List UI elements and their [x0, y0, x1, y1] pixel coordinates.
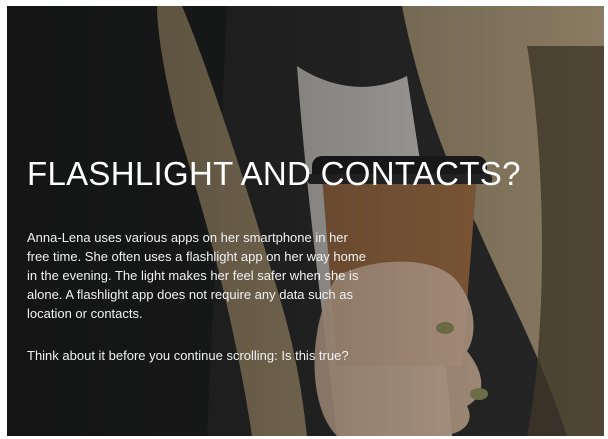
reflection-question: Think about it before you continue scrol… — [27, 348, 349, 363]
page-title: FLASHLIGHT AND CONTACTS? — [27, 155, 521, 192]
story-paragraph: Anna-Lena uses various apps on her smart… — [27, 230, 366, 321]
dark-overlay — [7, 6, 604, 436]
hero-panel: FLASHLIGHT AND CONTACTS? Anna-Lena uses … — [7, 6, 604, 436]
